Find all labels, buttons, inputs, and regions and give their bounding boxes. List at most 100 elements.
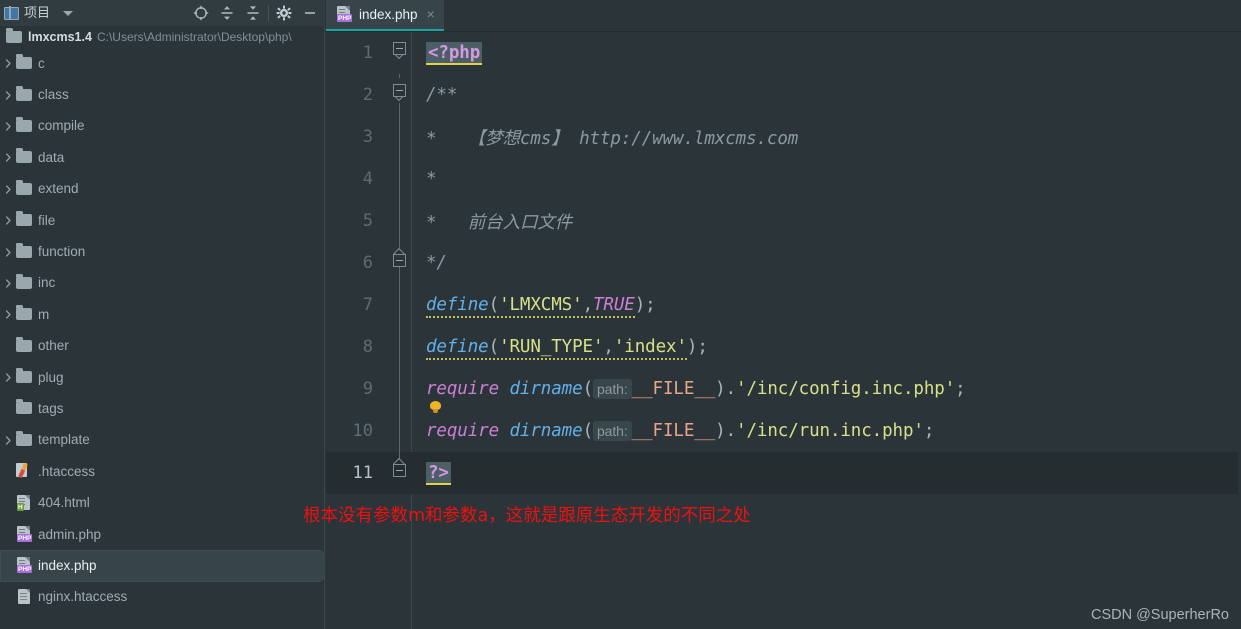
chevron-right-icon[interactable] [0, 373, 16, 382]
project-file-tree[interactable]: lmxcms1.4 C:\Users\Administrator\Desktop… [0, 26, 325, 629]
tree-item-class[interactable]: class [0, 79, 325, 110]
folder-icon [16, 273, 33, 292]
tree-item-compile[interactable]: compile [0, 111, 325, 142]
minimize-icon[interactable] [297, 1, 323, 25]
tree-item-label: data [38, 149, 65, 165]
fold-gutter[interactable] [386, 74, 413, 116]
chevron-right-icon[interactable] [0, 247, 16, 257]
tree-item-label: plug [38, 369, 64, 385]
folder-icon [16, 85, 33, 104]
folder-icon [16, 242, 33, 261]
comment-close: */ [426, 253, 447, 273]
fold-gutter[interactable] [386, 452, 413, 494]
tree-item-label: .htaccess [38, 463, 96, 479]
chevron-right-icon[interactable] [0, 216, 16, 225]
chevron-right-icon[interactable] [0, 310, 16, 319]
folder-icon [16, 211, 33, 229]
tree-item-other[interactable]: other [0, 331, 325, 362]
fold-gutter [386, 410, 413, 452]
chevron-right-icon[interactable] [0, 436, 16, 445]
intention-bulb-icon[interactable] [430, 401, 441, 414]
php-open-tag: <?php [426, 42, 483, 65]
chevron-right-icon[interactable] [0, 90, 16, 100]
sidebar-toolbar: 项目 [0, 0, 325, 26]
code-text: */ [413, 253, 1241, 273]
code-line: 8 define('RUN_TYPE','index'); [326, 326, 1241, 368]
chevron-right-icon[interactable] [0, 279, 16, 288]
tree-item-plug[interactable]: plug [0, 362, 325, 393]
tree-item-template[interactable]: template [0, 425, 325, 456]
chevron-right-icon[interactable] [0, 185, 16, 194]
comment-text: 【梦想cms】 http://www.lmxcms.com [467, 128, 799, 149]
tree-item-htaccess[interactable]: .htaccess [0, 456, 325, 487]
tree-item-extend[interactable]: extend [0, 174, 325, 205]
string-literal: 'RUN_TYPE' [499, 337, 604, 357]
project-panel-title: 项目 [24, 5, 51, 20]
code-text: /** [413, 85, 1241, 105]
keyword-require: require [426, 379, 500, 399]
code-text: define('LMXCMS',TRUE); [413, 295, 1241, 318]
code-text: <?php [413, 42, 1241, 65]
tree-item-404-html[interactable]: H 404.html [0, 487, 325, 518]
code-line: 4 * [326, 158, 1241, 200]
expand-all-icon[interactable] [214, 1, 240, 25]
tab-index-php[interactable]: PHP index.php × [326, 0, 444, 31]
chevron-right-icon[interactable] [0, 153, 16, 163]
line-number: 10 [352, 421, 373, 441]
function-name: dirname [509, 421, 583, 441]
fold-collapse-icon[interactable] [393, 464, 406, 477]
project-panel-icon [4, 5, 19, 21]
code-line: 1 <?php [326, 32, 1241, 74]
tree-item-admin-php[interactable]: PHP admin.php [0, 519, 325, 550]
text-file-icon [16, 588, 33, 606]
tree-item-index-php[interactable]: PHP index.php [0, 550, 325, 582]
tree-item-file[interactable]: file [0, 205, 325, 236]
fold-gutter[interactable] [386, 32, 413, 74]
tree-item-c[interactable]: c [0, 48, 325, 79]
tree-item-label: file [38, 212, 56, 228]
chevron-right-icon[interactable] [0, 59, 16, 68]
fold-collapse-icon[interactable] [393, 254, 406, 267]
watermark-text: CSDN @SuperherRo [1090, 607, 1229, 623]
semicolon: ; [955, 379, 966, 399]
tree-item-label: nginx.htaccess [38, 589, 128, 605]
folder-icon [16, 54, 33, 72]
folder-icon [16, 305, 33, 323]
tree-item-inc[interactable]: inc [0, 268, 325, 299]
chevron-down-icon[interactable] [63, 10, 74, 16]
red-annotation-text: 根本没有参数m和参数a，这就是跟原生态开发的不同之处 [303, 506, 751, 526]
collapse-all-icon[interactable] [240, 1, 266, 25]
tree-item-tags[interactable]: tags [0, 393, 325, 424]
line-number: 9 [362, 379, 373, 399]
code-line: 6 */ [326, 242, 1241, 284]
code-line-current: 11 ?> [326, 452, 1241, 494]
folder-icon [16, 368, 33, 386]
tree-item-data[interactable]: data [0, 142, 325, 173]
keyword-require: require [426, 421, 500, 441]
tree-item-nginx-htaccess[interactable]: nginx.htaccess [0, 582, 325, 613]
code-line: 9 require dirname(path: __FILE__).'/inc/c… [326, 368, 1241, 410]
tree-item-m[interactable]: m [0, 299, 325, 330]
htaccess-file-icon [16, 463, 33, 480]
tree-item-label: 404.html [38, 495, 90, 511]
string-literal: '/inc/run.inc.php' [736, 421, 924, 441]
gear-icon[interactable] [271, 1, 297, 25]
code-line: 3 * 【梦想cms】 http://www.lmxcms.com [326, 116, 1241, 158]
chevron-right-icon[interactable] [0, 122, 16, 131]
fold-gutter [386, 158, 413, 200]
close-icon[interactable]: × [427, 7, 435, 21]
tree-item-label: inc [38, 275, 56, 291]
tree-item-function[interactable]: function [0, 236, 325, 267]
code-line: 7 define('LMXCMS',TRUE); [326, 284, 1241, 326]
project-panel-header[interactable]: 项目 [0, 5, 74, 21]
line-number: 4 [362, 169, 373, 189]
folder-icon [16, 116, 33, 135]
tree-root-node[interactable]: lmxcms1.4 C:\Users\Administrator\Desktop… [0, 26, 325, 48]
code-editor[interactable]: 1 <?php 2 /** 3 * 【梦想cms】 http://www.lmx… [326, 32, 1241, 629]
code-text: define('RUN_TYPE','index'); [413, 337, 1241, 360]
tree-item-label: m [38, 306, 50, 322]
fold-gutter[interactable] [386, 242, 413, 284]
tab-label: index.php [359, 7, 418, 22]
comma: , [582, 295, 594, 315]
locate-icon[interactable] [188, 1, 214, 25]
